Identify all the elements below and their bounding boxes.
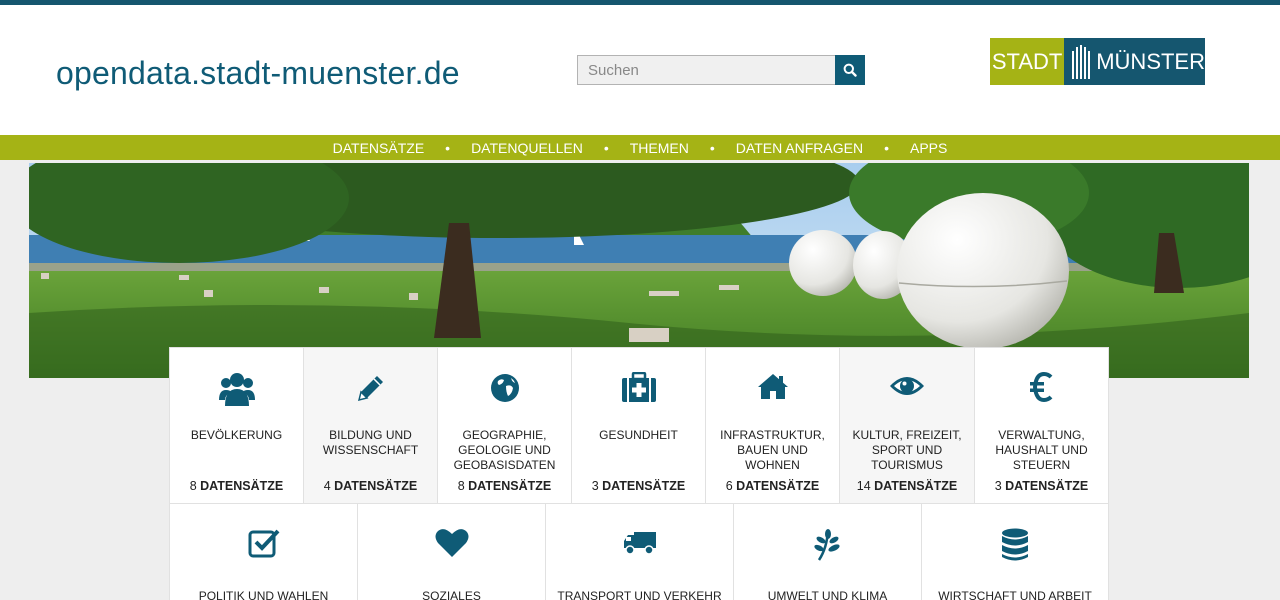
nav-separator: • xyxy=(603,139,609,156)
heart-icon xyxy=(435,529,468,557)
category-tile-wirtschaft[interactable]: WIRTSCHAFT UND ARBEIT xyxy=(921,503,1109,600)
nav-themen[interactable]: THEMEN xyxy=(630,140,689,156)
category-tile-geographie[interactable]: GEOGRAPHIE, GEOLOGIE UND GEOBASISDATEN 8… xyxy=(437,347,572,504)
nav-separator: • xyxy=(884,139,889,156)
logo-muenster-text: MÜNSTER xyxy=(1096,48,1205,74)
eye-icon xyxy=(890,377,924,395)
database-icon xyxy=(1002,528,1028,561)
search-form xyxy=(577,55,865,85)
dataset-count: 8 DATENSÄTZE xyxy=(457,479,552,493)
category-tile-bildung[interactable]: BILDUNG UND WISSENSCHAFT 4 DATENSÄTZE xyxy=(303,347,438,504)
leaf-icon xyxy=(813,529,840,561)
hero-image-aasee-park xyxy=(29,163,1249,378)
category-label: INFRASTRUKTUR, BAUEN UND WOHNEN xyxy=(720,428,825,472)
nav-datensaetze[interactable]: DATENSÄTZE xyxy=(333,140,425,156)
dataset-count: 14 DATENSÄTZE xyxy=(856,479,958,493)
category-label: TRANSPORT UND VERKEHR xyxy=(557,589,722,600)
category-tile-gesundheit[interactable]: GESUNDHEIT 3 DATENSÄTZE xyxy=(571,347,706,504)
category-tile-transport[interactable]: TRANSPORT UND VERKEHR xyxy=(545,503,734,600)
category-label: UMWELT UND KLIMA xyxy=(767,589,888,600)
category-tile-verwaltung[interactable]: VERWALTUNG, HAUSHALT UND STEUERN 3 DATEN… xyxy=(974,347,1109,504)
stadt-muenster-logo[interactable]: STADT MÜNSTER xyxy=(990,38,1205,85)
medkit-icon xyxy=(621,372,656,402)
category-label: KULTUR, FREIZEIT, SPORT UND TOURISMUS xyxy=(852,428,962,472)
pencil-icon xyxy=(357,376,383,402)
logo-muenster-block: MÜNSTER xyxy=(1064,38,1205,85)
logo-stadt-text: STADT xyxy=(990,38,1065,85)
truck-icon xyxy=(623,532,656,555)
euro-icon xyxy=(1029,372,1052,402)
category-label: GESUNDHEIT xyxy=(599,428,678,442)
nav-daten-anfragen[interactable]: DATEN ANFRAGEN xyxy=(736,140,863,156)
nav-datenquellen[interactable]: DATENQUELLEN xyxy=(471,140,583,156)
category-label: SOZIALES xyxy=(422,589,481,600)
category-label: VERWALTUNG, HAUSHALT UND STEUERN xyxy=(995,428,1088,472)
dataset-count: 3 DATENSÄTZE xyxy=(591,479,686,493)
search-input[interactable] xyxy=(577,55,835,85)
users-icon xyxy=(218,373,255,406)
category-label: WIRTSCHAFT UND ARBEIT xyxy=(938,589,1092,600)
city-emblem-icon xyxy=(1072,44,1091,79)
header: opendata.stadt-muenster.de STADT MÜNSTER xyxy=(0,5,1280,135)
dataset-count: 8 DATENSÄTZE xyxy=(189,479,284,493)
category-label: BILDUNG UND WISSENSCHAFT xyxy=(322,428,419,457)
category-tile-infrastruktur[interactable]: INFRASTRUKTUR, BAUEN UND WOHNEN 6 DATENS… xyxy=(705,347,840,504)
category-tile-kultur[interactable]: KULTUR, FREIZEIT, SPORT UND TOURISMUS 14… xyxy=(839,347,975,504)
dataset-count: 4 DATENSÄTZE xyxy=(323,479,418,493)
category-tile-umwelt[interactable]: UMWELT UND KLIMA xyxy=(733,503,922,600)
category-label: POLITIK UND WAHLEN xyxy=(198,589,329,600)
dataset-count: 3 DATENSÄTZE xyxy=(994,479,1089,493)
category-label: GEOGRAPHIE, GEOLOGIE UND GEOBASISDATEN xyxy=(453,428,556,472)
nav-separator: • xyxy=(709,139,715,156)
category-tile-politik[interactable]: POLITIK UND WAHLEN xyxy=(169,503,358,600)
check-square-icon xyxy=(248,529,279,558)
home-icon xyxy=(757,374,788,399)
search-icon xyxy=(843,63,857,77)
globe-icon xyxy=(490,374,519,402)
search-button[interactable] xyxy=(835,55,865,85)
main-nav: DATENSÄTZE • DATENQUELLEN • THEMEN • DAT… xyxy=(0,135,1280,160)
dataset-count: 6 DATENSÄTZE xyxy=(725,479,820,493)
site-title[interactable]: opendata.stadt-muenster.de xyxy=(56,55,460,92)
nav-apps[interactable]: APPS xyxy=(910,140,947,156)
nav-separator: • xyxy=(445,139,451,156)
category-label: BEVÖLKERUNG xyxy=(190,428,283,442)
category-tile-bevoelkerung[interactable]: BEVÖLKERUNG 8 DATENSÄTZE xyxy=(169,347,304,504)
category-tile-soziales[interactable]: SOZIALES xyxy=(357,503,546,600)
